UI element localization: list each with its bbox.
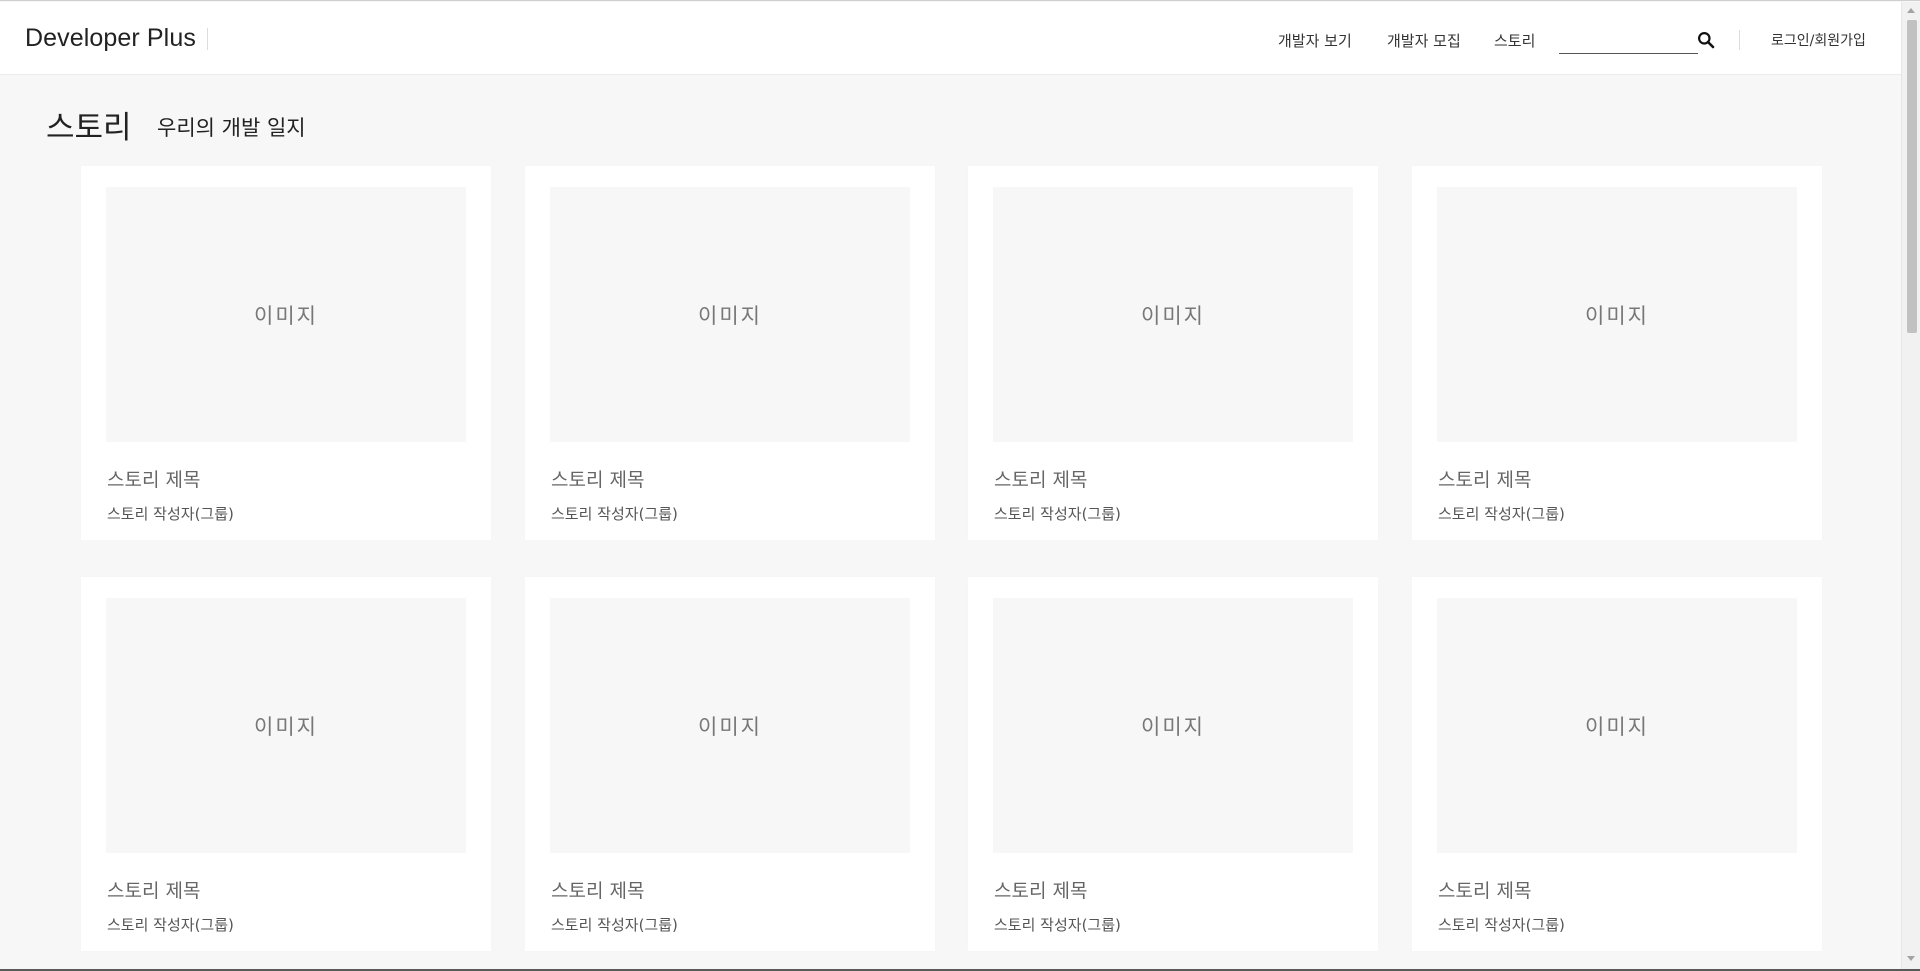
story-card[interactable]: 이미지 스토리 제목 스토리 작성자(그룹)	[1412, 577, 1822, 951]
story-title[interactable]: 스토리 제목	[551, 465, 644, 492]
story-author: 스토리 작성자(그룹)	[551, 505, 678, 523]
page-subtitle: 우리의 개발 일지	[157, 116, 306, 140]
story-author: 스토리 작성자(그룹)	[551, 916, 678, 934]
nav-view-developers[interactable]: 개발자 보기	[1278, 30, 1352, 51]
story-image-label: 이미지	[698, 303, 762, 328]
brand-divider	[207, 28, 208, 50]
story-image-label: 이미지	[1585, 303, 1649, 328]
story-image-label: 이미지	[254, 303, 318, 328]
story-image-label: 이미지	[1585, 714, 1649, 739]
story-card[interactable]: 이미지 스토리 제목 스토리 작성자(그룹)	[1412, 166, 1822, 540]
story-title[interactable]: 스토리 제목	[994, 876, 1087, 903]
story-title[interactable]: 스토리 제목	[1438, 465, 1531, 492]
story-card[interactable]: 이미지 스토리 제목 스토리 작성자(그룹)	[525, 577, 935, 951]
scroll-down-icon[interactable]	[1907, 956, 1915, 961]
story-title[interactable]: 스토리 제목	[107, 876, 200, 903]
story-card[interactable]: 이미지 스토리 제목 스토리 작성자(그룹)	[81, 166, 491, 540]
scrollbar-thumb[interactable]	[1907, 20, 1917, 333]
search-input[interactable]	[1559, 24, 1698, 53]
story-image-label: 이미지	[1141, 303, 1205, 328]
story-image-label: 이미지	[698, 714, 762, 739]
story-image[interactable]: 이미지	[550, 187, 910, 442]
page-title: 스토리	[46, 110, 132, 146]
story-author: 스토리 작성자(그룹)	[107, 916, 234, 934]
story-image[interactable]: 이미지	[106, 187, 466, 442]
story-card[interactable]: 이미지 스토리 제목 스토리 작성자(그룹)	[968, 577, 1378, 951]
story-title[interactable]: 스토리 제목	[1438, 876, 1531, 903]
story-image[interactable]: 이미지	[1437, 187, 1797, 442]
story-title[interactable]: 스토리 제목	[994, 465, 1087, 492]
story-author: 스토리 작성자(그룹)	[107, 505, 234, 523]
story-card[interactable]: 이미지 스토리 제목 스토리 작성자(그룹)	[81, 577, 491, 951]
story-title[interactable]: 스토리 제목	[107, 465, 200, 492]
vertical-scrollbar[interactable]	[1901, 2, 1920, 970]
story-card[interactable]: 이미지 스토리 제목 스토리 작성자(그룹)	[968, 166, 1378, 540]
nav-story[interactable]: 스토리	[1494, 30, 1535, 51]
story-title[interactable]: 스토리 제목	[551, 876, 644, 903]
story-image[interactable]: 이미지	[1437, 598, 1797, 853]
top-header: Developer Plus 개발자 보기 개발자 모집 스토리 로그인/회원가…	[0, 2, 1901, 75]
story-author: 스토리 작성자(그룹)	[994, 916, 1121, 934]
story-image-label: 이미지	[1141, 714, 1205, 739]
nav-divider	[1739, 30, 1740, 50]
story-card[interactable]: 이미지 스토리 제목 스토리 작성자(그룹)	[525, 166, 935, 540]
login-signup-link[interactable]: 로그인/회원가입	[1771, 30, 1866, 50]
story-image[interactable]: 이미지	[993, 187, 1353, 442]
story-author: 스토리 작성자(그룹)	[994, 505, 1121, 523]
story-image[interactable]: 이미지	[106, 598, 466, 853]
story-author: 스토리 작성자(그룹)	[1438, 916, 1565, 934]
search-field	[1559, 24, 1698, 54]
search-icon[interactable]	[1697, 31, 1715, 49]
nav-recruit-developers[interactable]: 개발자 모집	[1387, 30, 1461, 51]
story-image[interactable]: 이미지	[993, 598, 1353, 853]
story-image[interactable]: 이미지	[550, 598, 910, 853]
story-author: 스토리 작성자(그룹)	[1438, 505, 1565, 523]
brand-logo[interactable]: Developer Plus	[25, 24, 196, 53]
scroll-up-icon[interactable]	[1907, 8, 1915, 13]
story-image-label: 이미지	[254, 714, 318, 739]
